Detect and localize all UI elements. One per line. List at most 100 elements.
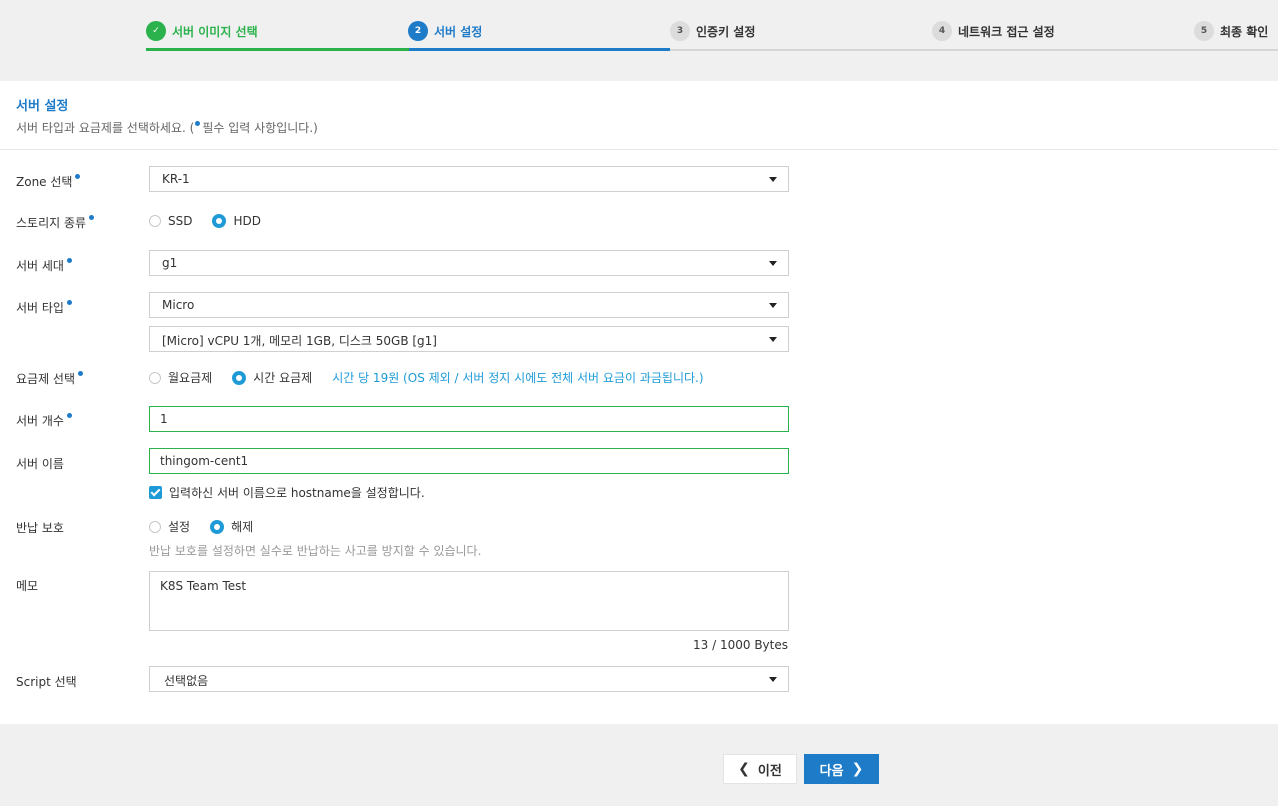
select-value: [Micro] vCPU 1개, 메모리 1GB, 디스크 50GB [g1] <box>162 334 437 348</box>
step-final-confirm[interactable]: 5 최종 확인 <box>1194 21 1268 41</box>
script-label: Script 선택 <box>16 673 77 690</box>
radio-checked-icon <box>212 214 227 228</box>
storage-ssd-radio[interactable]: SSD <box>149 214 192 228</box>
radio-checked-icon <box>232 370 247 385</box>
select-value: g1 <box>162 256 178 270</box>
label-text: 서버 세대 <box>16 259 64 273</box>
pricing-monthly-radio[interactable]: 월요금제 <box>149 369 212 386</box>
storage-label: 스토리지 종류 <box>16 214 95 231</box>
protection-radio-group: 설정 해제 <box>149 518 273 535</box>
label-text: 요금제 선택 <box>16 372 76 386</box>
generation-label: 서버 세대 <box>16 257 72 274</box>
step-progress-done <box>146 48 409 51</box>
required-dot-icon <box>78 371 84 376</box>
select-value: Micro <box>162 298 195 312</box>
step-number: 5 <box>1194 21 1214 41</box>
label-text: 스토리지 종류 <box>16 216 87 230</box>
step-label: 최종 확인 <box>1220 24 1269 39</box>
radio-label: 설정 <box>168 520 191 534</box>
step-number: 4 <box>932 21 952 41</box>
chevron-left-icon: ❮ <box>738 761 750 777</box>
radio-label: 시간 요금제 <box>253 371 313 385</box>
label-text: 반납 보호 <box>16 521 64 535</box>
radio-label: SSD <box>168 214 193 228</box>
label-text: Zone 선택 <box>16 175 73 189</box>
required-dot-icon <box>195 121 201 126</box>
protection-off-radio[interactable]: 해제 <box>210 518 253 535</box>
required-dot-icon <box>66 300 72 305</box>
step-auth-key[interactable]: 3 인증키 설정 <box>670 21 755 41</box>
pricing-note: 시간 당 19원 (OS 제외 / 서버 정지 시에도 전체 서버 요금이 과금… <box>332 371 704 385</box>
input-value: 1 <box>160 412 168 426</box>
page-title: 서버 설정 <box>16 99 69 114</box>
button-label: 이전 <box>757 763 782 779</box>
storage-hdd-radio[interactable]: HDD <box>212 214 261 228</box>
select-value: 선택없음 <box>164 674 209 688</box>
label-text: 서버 이름 <box>16 457 64 471</box>
radio-circle-icon <box>149 215 161 227</box>
radio-label: 해제 <box>231 520 254 534</box>
required-dot-icon <box>75 174 81 179</box>
required-dot-icon <box>66 413 72 418</box>
server-type-select[interactable]: Micro <box>149 292 789 318</box>
server-name-input[interactable]: thingom-cent1 <box>149 448 789 474</box>
checkbox-label: 입력하신 서버 이름으로 hostname을 설정합니다. <box>169 486 425 500</box>
radio-label: 월요금제 <box>168 371 213 385</box>
protection-hint: 반납 보호를 설정하면 실수로 반납하는 사고를 방지할 수 있습니다. <box>149 544 482 558</box>
step-progress-bar: ✓ 서버 이미지 선택 2 서버 설정 3 인증키 설정 4 네트워크 접근 설… <box>0 0 1278 81</box>
step-image-select[interactable]: ✓ 서버 이미지 선택 <box>146 21 258 41</box>
generation-select[interactable]: g1 <box>149 250 789 276</box>
label-text: 서버 개수 <box>16 414 64 428</box>
pricing-hourly-radio[interactable]: 시간 요금제 <box>232 369 312 386</box>
protection-label: 반납 보호 <box>16 519 64 536</box>
protection-on-radio[interactable]: 설정 <box>149 518 190 535</box>
step-server-settings[interactable]: 2 서버 설정 <box>408 21 482 41</box>
step-label: 서버 이미지 선택 <box>172 24 258 39</box>
storage-radio-group: SSD HDD <box>149 214 281 228</box>
zone-label: Zone 선택 <box>16 173 81 190</box>
pricing-radio-group: 월요금제 시간 요금제 시간 당 19원 (OS 제외 / 서버 정지 시에도 … <box>149 369 704 386</box>
radio-circle-icon <box>149 520 161 533</box>
pricing-label: 요금제 선택 <box>16 370 84 387</box>
chevron-right-icon: ❯ <box>851 761 864 777</box>
count-label: 서버 개수 <box>16 412 72 429</box>
required-dot-icon <box>89 215 95 220</box>
textarea-value: K8S Team Test <box>160 579 247 593</box>
label-text: Script 선택 <box>16 675 77 689</box>
label-text: 서버 타입 <box>16 301 64 315</box>
memo-label: 메모 <box>16 577 38 594</box>
step-label: 서버 설정 <box>434 24 483 39</box>
button-label: 다음 <box>819 763 844 779</box>
radio-label: HDD <box>233 214 261 228</box>
checkbox-checked-icon <box>149 486 162 499</box>
page-subtitle: 서버 타입과 요금제를 선택하세요. ( 필수 입력 사항입니다.) <box>16 119 318 136</box>
step-label: 인증키 설정 <box>696 24 756 39</box>
server-count-input[interactable]: 1 <box>149 406 789 432</box>
radio-checked-icon <box>210 519 225 534</box>
select-value: KR-1 <box>162 172 190 186</box>
subtitle-text: 서버 타입과 요금제를 선택하세요. ( <box>16 121 195 135</box>
server-settings-panel: 서버 설정 서버 타입과 요금제를 선택하세요. (필수 입력 사항입니다.) … <box>0 81 1278 724</box>
step-number: 3 <box>670 21 690 41</box>
memo-textarea[interactable]: K8S Team Test <box>149 571 789 631</box>
server-spec-select[interactable]: [Micro] vCPU 1개, 메모리 1GB, 디스크 50GB [g1] <box>149 326 789 352</box>
caret-down-icon <box>769 337 777 342</box>
input-value: thingom-cent1 <box>160 454 249 468</box>
caret-down-icon <box>769 677 777 682</box>
step-label: 네트워크 접근 설정 <box>958 24 1055 39</box>
next-button[interactable]: 다음 ❯ <box>804 754 879 784</box>
caret-down-icon <box>769 177 777 182</box>
hostname-checkbox[interactable]: 입력하신 서버 이름으로 hostname을 설정합니다. <box>149 484 425 501</box>
prev-button[interactable]: ❮ 이전 <box>723 754 797 784</box>
label-text: 메모 <box>16 579 39 593</box>
script-select[interactable]: 선택없음 <box>149 666 789 692</box>
check-icon: ✓ <box>146 21 166 41</box>
step-network-access[interactable]: 4 네트워크 접근 설정 <box>932 21 1055 41</box>
subtitle-text-end: 필수 입력 사항입니다.) <box>202 121 318 135</box>
server-type-label: 서버 타입 <box>16 299 72 316</box>
caret-down-icon <box>769 303 777 308</box>
name-label: 서버 이름 <box>16 455 64 472</box>
memo-byte-counter: 13 / 1000 Bytes <box>693 638 788 652</box>
zone-select[interactable]: KR-1 <box>149 166 789 192</box>
required-dot-icon <box>66 258 72 263</box>
